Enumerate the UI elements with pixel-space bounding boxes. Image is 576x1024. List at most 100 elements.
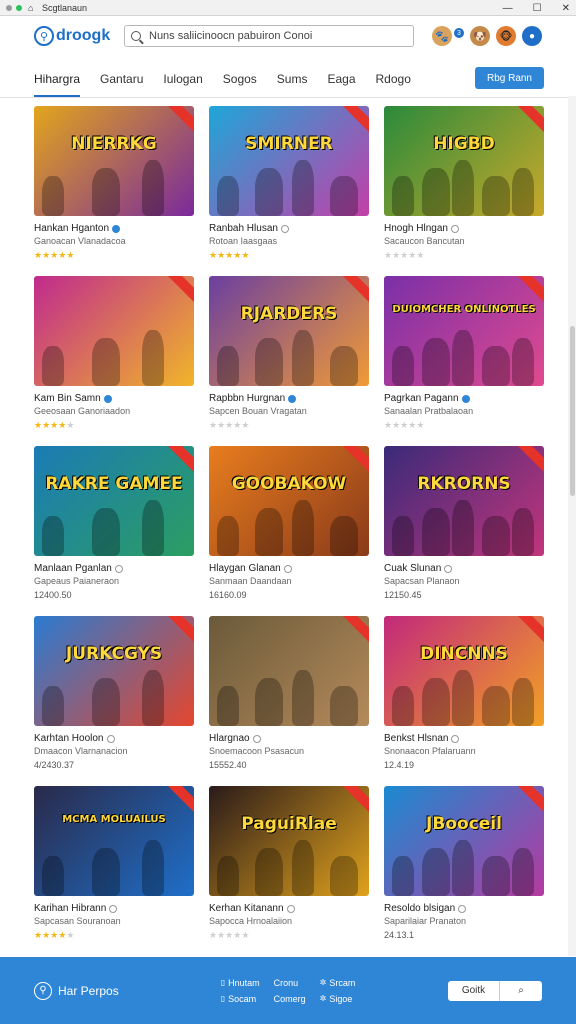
monkey-icon[interactable]: 🐵 [496, 26, 516, 46]
play-count: 16160.09 [209, 590, 247, 600]
game-title[interactable]: Hlaygan Glanan [209, 563, 369, 574]
close-icon[interactable]: ✕ [562, 3, 570, 14]
scrollbar-thumb[interactable] [570, 326, 575, 496]
game-thumbnail[interactable]: JURKCGYS [34, 616, 194, 726]
primary-action-button[interactable]: Rbg Rann [474, 67, 544, 89]
pet-avatar-icon[interactable]: 🐾 [432, 26, 452, 46]
game-card[interactable]: JBooceil Resoldo blsigan Saparilaiar Prana… [384, 786, 544, 956]
game-thumbnail[interactable]: RKRORNS [384, 446, 544, 556]
game-title[interactable]: Cuak Slunan [384, 563, 544, 574]
tab-gantaru[interactable]: Gantaru [100, 72, 143, 97]
game-thumbnail[interactable]: GOOBAKOW [209, 446, 369, 556]
game-thumbnail[interactable]: SMIRNER [209, 106, 369, 216]
game-title[interactable]: Resoldo blsigan [384, 903, 544, 914]
game-thumbnail[interactable]: PaguiRlae [209, 786, 369, 896]
footer-link-srcam[interactable]: ✲ Srcam [320, 978, 356, 988]
game-card[interactable]: Kam Bin Samn Geeosaan Ganoriaadon ★★★★★ [34, 276, 194, 446]
site-logo[interactable]: ⚲ droogk [34, 26, 122, 46]
scrollbar[interactable] [568, 96, 576, 956]
star-icon: ★ [241, 420, 250, 430]
game-card[interactable]: DUIOMCHER ONLINOTLES Pagrkan Pagann Sanaal… [384, 276, 544, 446]
tab-sogos[interactable]: Sogos [223, 72, 257, 97]
user-avatar-icon[interactable]: ● [522, 26, 542, 46]
character-figure [217, 516, 239, 556]
game-title[interactable]: Karhtan Hoolon [34, 733, 194, 744]
game-card[interactable]: MCMA MOLUAILUS Karihan Hibrann Sapcasan So… [34, 786, 194, 956]
game-title[interactable]: Benkst Hlsnan [384, 733, 544, 744]
character-figure [512, 678, 534, 726]
hot-ribbon [166, 446, 194, 477]
game-card[interactable]: RKRORNS Cuak Slunan Sapacsan Planaon 12150.… [384, 446, 544, 616]
game-title[interactable]: Rapbbn Hurgnan [209, 393, 369, 404]
window-dot-grey[interactable] [6, 4, 12, 11]
tab-sums[interactable]: Sums [277, 72, 308, 97]
game-title[interactable]: Hnogh Hlngan [384, 223, 544, 234]
game-title[interactable]: Pagrkan Pagann [384, 393, 544, 404]
footer-link-hnutam[interactable]: ▯ Hnutam [221, 978, 260, 988]
game-thumbnail[interactable]: NIERRKG [34, 106, 194, 216]
game-title-text: Karihan Hibrann [34, 903, 107, 914]
game-card[interactable]: RJARDERS Rapbbn Hurgnan Sapcen Bouan Vraga… [209, 276, 369, 446]
star-icon: ★ [66, 250, 75, 260]
game-card[interactable]: SMIRNER Ranbah Hlusan Rotoan Iaasgaas ★★★★★ [209, 106, 369, 276]
tab-rdogo[interactable]: Rdogo [376, 72, 411, 97]
minimize-icon[interactable]: — [503, 3, 513, 14]
game-thumbnail[interactable]: RAKRE GAMEE [34, 446, 194, 556]
star-icon: ★ [34, 250, 43, 260]
footer-brand[interactable]: ⚲ Har Perpos [34, 981, 119, 1000]
game-title[interactable]: Karihan Hibrann [34, 903, 194, 914]
footer-search-button[interactable]: ⌕ [500, 980, 542, 1001]
game-thumbnail[interactable] [34, 276, 194, 386]
star-rating: ★★★★★ [384, 250, 544, 261]
footer-link-sigoe[interactable]: ✲ Sigoe [320, 994, 356, 1004]
game-thumbnail[interactable]: RJARDERS [209, 276, 369, 386]
footer-link-cronu[interactable]: Cronu [274, 978, 306, 988]
search-input[interactable]: Nuns saliicinoocn pabuiron Conoi [124, 25, 414, 47]
game-title[interactable]: Ranbah Hlusan [209, 223, 369, 234]
footer-link-socam[interactable]: ▯ Socam [221, 994, 260, 1004]
game-card[interactable]: RAKRE GAMEE Manlaan Pganlan Gapeaus Paiane… [34, 446, 194, 616]
thumbnail-title: HIGBD [433, 134, 495, 154]
play-count: 12150.45 [384, 590, 422, 600]
hot-ribbon [166, 106, 194, 137]
footer-link-comerg[interactable]: Comerg [274, 994, 306, 1004]
game-thumbnail[interactable]: DUIOMCHER ONLINOTLES [384, 276, 544, 386]
tab-iulogan[interactable]: Iulogan [163, 72, 202, 97]
game-title[interactable]: Hankan Hganton [34, 223, 194, 234]
character-figure [482, 176, 510, 216]
verified-icon [103, 394, 112, 403]
game-thumbnail[interactable]: DINCNNS [384, 616, 544, 726]
dog-icon[interactable]: 🐶 [470, 26, 490, 46]
game-thumbnail[interactable]: JBooceil [384, 786, 544, 896]
game-title[interactable]: Kam Bin Samn [34, 393, 194, 404]
game-thumbnail[interactable]: HIGBD [384, 106, 544, 216]
game-grid: NIERRKG Hankan Hganton Ganoacan Vlanadacoa… [34, 106, 544, 956]
game-thumbnail[interactable]: MCMA MOLUAILUS [34, 786, 194, 896]
game-title[interactable]: Hlargnao [209, 733, 369, 744]
game-card[interactable]: JURKCGYS Karhtan Hoolon Dmaacon Vlarnanaci… [34, 616, 194, 786]
game-title-text: Hankan Hganton [34, 223, 110, 234]
character-figure [142, 330, 164, 386]
game-subtitle: Geeosaan Ganoriaadon [34, 406, 131, 416]
maximize-icon[interactable]: ☐ [533, 3, 542, 14]
window-dot-green[interactable] [16, 4, 22, 11]
tab-hihargra[interactable]: Hihargra [34, 72, 81, 97]
star-icon: ★ [209, 930, 218, 940]
game-subtitle: Snonaacon Pfalaruann [384, 746, 476, 756]
character-figure [452, 500, 474, 556]
thumbnail-art [34, 496, 194, 556]
game-card[interactable]: HIGBD Hnogh Hlngan Sacaucon Bancutan ★★★★★ [384, 106, 544, 276]
thumbnail-title: RAKRE GAMEE [45, 474, 183, 494]
game-card[interactable]: PaguiRlae Kerhan Kitanann Sapocca Hrnoalai… [209, 786, 369, 956]
game-card[interactable]: NIERRKG Hankan Hganton Ganoacan Vlanadacoa… [34, 106, 194, 276]
tab-eaga[interactable]: Eaga [327, 72, 355, 97]
game-card[interactable]: Hlargnao Snoemacoon Psasacun 15552.40 [209, 616, 369, 786]
game-card[interactable]: DINCNNS Benkst Hlsnan Snonaacon Pfalaruann… [384, 616, 544, 786]
game-title[interactable]: Kerhan Kitanann [209, 903, 369, 914]
game-title[interactable]: Manlaan Pganlan [34, 563, 194, 574]
verified-icon [109, 904, 118, 913]
game-card[interactable]: GOOBAKOW Hlaygan Glanan Sanmaan Daandaan 16… [209, 446, 369, 616]
footer-go-button[interactable]: Goitk [448, 980, 500, 1001]
character-figure [392, 346, 414, 386]
game-thumbnail[interactable] [209, 616, 369, 726]
